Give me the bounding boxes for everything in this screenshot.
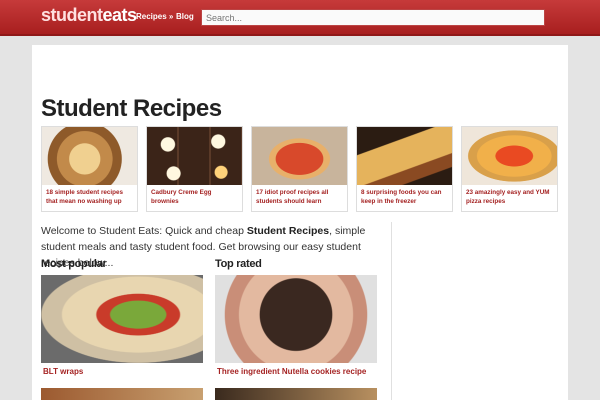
recipe-image[interactable] [215, 388, 377, 400]
featured-card[interactable]: 18 simple student recipes that mean no w… [41, 126, 138, 212]
recipe-image[interactable] [41, 388, 203, 400]
featured-caption[interactable]: Cadbury Creme Egg brownies [147, 185, 242, 207]
page-title: Student Recipes [41, 95, 222, 122]
top-rated-recipe-image[interactable] [215, 275, 377, 363]
most-popular-heading: Most popular [41, 258, 107, 270]
search-input[interactable] [201, 9, 545, 26]
logo-text-eats: eats [102, 5, 138, 25]
featured-thumbnail[interactable] [147, 127, 242, 185]
nav-recipes-link[interactable]: Recipes » [136, 12, 173, 21]
featured-caption[interactable]: 17 idiot proof recipes all students shou… [252, 185, 347, 207]
nav-blog-link[interactable]: Blog [176, 12, 194, 21]
featured-card[interactable]: Cadbury Creme Egg brownies [146, 126, 243, 212]
site-logo[interactable]: studenteats [41, 5, 137, 26]
featured-thumbnail[interactable] [42, 127, 137, 185]
top-rated-recipe-title[interactable]: Three ingredient Nutella cookies recipe [217, 367, 366, 376]
column-divider [391, 222, 392, 400]
featured-thumbnail[interactable] [357, 127, 452, 185]
featured-caption[interactable]: 18 simple student recipes that mean no w… [42, 185, 137, 207]
intro-text-start: Welcome to Student Eats: Quick and cheap [41, 225, 247, 237]
top-rated-heading: Top rated [215, 258, 262, 270]
featured-card[interactable]: 17 idiot proof recipes all students shou… [251, 126, 348, 212]
featured-card[interactable]: 23 amazingly easy and YUM pizza recipes [461, 126, 558, 212]
most-popular-recipe-image[interactable] [41, 275, 203, 363]
featured-caption[interactable]: 23 amazingly easy and YUM pizza recipes [462, 185, 557, 207]
intro-text-bold: Student Recipes [246, 225, 330, 237]
featured-thumbnail[interactable] [252, 127, 347, 185]
top-navigation-bar: studenteats Recipes » Blog [0, 0, 600, 36]
most-popular-recipe-title[interactable]: BLT wraps [43, 367, 83, 376]
featured-caption[interactable]: 8 surprising foods you can keep in the f… [357, 185, 452, 207]
logo-text-student: student [41, 5, 103, 25]
featured-thumbnail[interactable] [462, 127, 557, 185]
featured-card[interactable]: 8 surprising foods you can keep in the f… [356, 126, 453, 212]
